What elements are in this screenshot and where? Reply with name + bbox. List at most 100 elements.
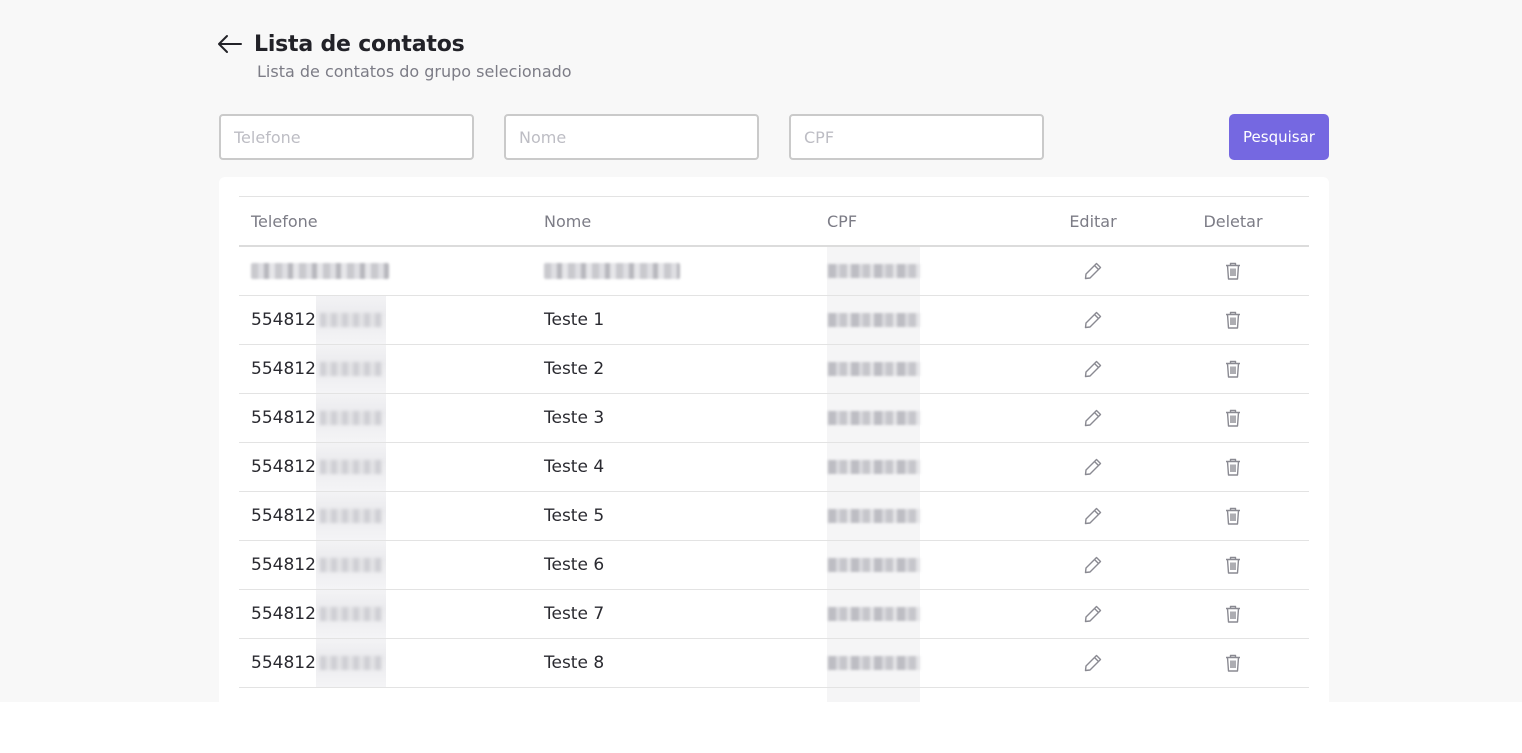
edit-cell xyxy=(1053,247,1133,295)
name-cell: Teste 2 xyxy=(544,359,605,379)
redacted-cpf xyxy=(827,639,920,687)
cpf-cell xyxy=(827,296,920,344)
phone-value: 554812 xyxy=(251,408,316,428)
back-button[interactable] xyxy=(217,30,245,58)
edit-button[interactable] xyxy=(1081,259,1105,283)
phone-value: 554812 xyxy=(251,506,316,526)
trash-icon xyxy=(1226,311,1240,329)
redacted-cpf xyxy=(827,247,920,295)
table-header-row: Telefone Nome CPF Editar Deletar xyxy=(239,197,1309,247)
contacts-table: Telefone Nome CPF Editar Deletar 554812 … xyxy=(239,196,1309,702)
delete-button[interactable] xyxy=(1221,406,1245,430)
name-cell: Teste 8 xyxy=(544,653,605,673)
edit-button[interactable] xyxy=(1081,455,1105,479)
table-row xyxy=(239,247,1309,296)
delete-button[interactable] xyxy=(1221,308,1245,332)
app-root: Lista de contatos Lista de contatos do g… xyxy=(0,0,1522,702)
edit-cell xyxy=(1053,492,1133,540)
edit-button[interactable] xyxy=(1081,553,1105,577)
cpf-filter-input[interactable] xyxy=(789,114,1044,160)
table-row: 554812 Teste 4 xyxy=(239,443,1309,492)
redacted-cpf xyxy=(827,590,920,638)
cpf-cell xyxy=(827,492,920,540)
redacted-cpf xyxy=(827,541,920,589)
edit-button[interactable] xyxy=(1081,406,1105,430)
column-header-phone: Telefone xyxy=(251,211,318,231)
delete-button[interactable] xyxy=(1221,651,1245,675)
table-row: 554812 Teste 6 xyxy=(239,541,1309,590)
pencil-icon xyxy=(1084,458,1102,476)
phone-cell: 554812 xyxy=(251,541,386,589)
delete-button[interactable] xyxy=(1221,455,1245,479)
table-row: 554812 Teste 5 xyxy=(239,492,1309,541)
delete-button[interactable] xyxy=(1221,357,1245,381)
arrow-left-icon xyxy=(218,35,242,53)
name-cell xyxy=(544,247,680,295)
phone-cell: 554812 xyxy=(251,296,386,344)
name-cell: Teste 3 xyxy=(544,408,605,428)
edit-button[interactable] xyxy=(1081,308,1105,332)
page-header: Lista de contatos Lista de contatos do g… xyxy=(217,30,572,81)
pencil-icon xyxy=(1084,605,1102,623)
phone-cell: 554812 xyxy=(251,639,386,687)
phone-cell: 554812 xyxy=(251,443,386,491)
phone-cell: 554812 xyxy=(251,590,386,638)
phone-value: 554812 xyxy=(251,653,316,673)
redacted-cpf xyxy=(827,443,920,491)
column-header-edit: Editar xyxy=(1069,211,1117,231)
delete-cell xyxy=(1193,296,1273,344)
column-header-name: Nome xyxy=(544,211,592,231)
name-cell: Teste 7 xyxy=(544,604,605,624)
cpf-cell xyxy=(827,443,920,491)
column-header-delete: Deletar xyxy=(1203,211,1263,231)
delete-cell xyxy=(1193,590,1273,638)
redacted-phone-tail xyxy=(315,590,386,638)
edit-cell xyxy=(1053,688,1133,702)
edit-cell xyxy=(1053,443,1133,491)
trash-icon xyxy=(1226,360,1240,378)
redacted-phone-tail xyxy=(315,394,386,442)
delete-button[interactable] xyxy=(1221,553,1245,577)
delete-button[interactable] xyxy=(1221,602,1245,626)
contacts-card: Telefone Nome CPF Editar Deletar 554812 … xyxy=(219,177,1329,702)
edit-cell xyxy=(1053,394,1133,442)
search-button[interactable]: Pesquisar xyxy=(1229,114,1329,160)
trash-icon xyxy=(1226,262,1240,280)
cpf-cell xyxy=(827,247,920,295)
redacted-cpf xyxy=(827,296,920,344)
trash-icon xyxy=(1226,458,1240,476)
redacted-cpf xyxy=(827,345,920,393)
edit-cell xyxy=(1053,296,1133,344)
name-filter-input[interactable] xyxy=(504,114,759,160)
delete-button[interactable] xyxy=(1221,504,1245,528)
edit-cell xyxy=(1053,345,1133,393)
phone-value: 554812 xyxy=(251,555,316,575)
edit-button[interactable] xyxy=(1081,602,1105,626)
redacted-phone xyxy=(251,263,389,279)
delete-cell xyxy=(1193,443,1273,491)
edit-button[interactable] xyxy=(1081,504,1105,528)
delete-cell xyxy=(1193,541,1273,589)
name-cell: Teste 4 xyxy=(544,457,605,477)
phone-value: 554812 xyxy=(251,457,316,477)
edit-button[interactable] xyxy=(1081,651,1105,675)
delete-cell xyxy=(1193,639,1273,687)
edit-button[interactable] xyxy=(1081,700,1105,702)
redacted-cpf xyxy=(827,394,920,442)
delete-button[interactable] xyxy=(1221,259,1245,283)
delete-cell xyxy=(1193,345,1273,393)
redacted-phone-tail xyxy=(315,296,386,344)
edit-cell xyxy=(1053,590,1133,638)
page-title: Lista de contatos xyxy=(254,31,465,57)
edit-button[interactable] xyxy=(1081,357,1105,381)
redacted-name xyxy=(544,263,680,279)
cpf-cell xyxy=(827,590,920,638)
phone-cell: 554812 xyxy=(251,394,386,442)
filter-bar: Pesquisar xyxy=(219,114,1329,160)
phone-filter-input[interactable] xyxy=(219,114,474,160)
name-cell: Teste 1 xyxy=(544,310,605,330)
trash-icon xyxy=(1226,507,1240,525)
phone-value: 554812 xyxy=(251,310,316,330)
name-cell: Teste 5 xyxy=(544,506,605,526)
delete-button[interactable] xyxy=(1221,700,1245,702)
